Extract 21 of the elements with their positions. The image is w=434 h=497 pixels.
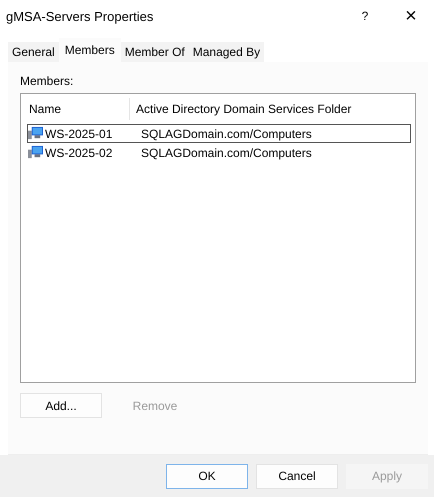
members-label: Members: bbox=[20, 74, 74, 88]
dialog-button[interactable]: Cancel bbox=[256, 464, 338, 488]
tab[interactable]: General bbox=[8, 42, 59, 62]
list-row[interactable]: WS-2025-02 SQLAGDomain.com/Computers bbox=[27, 143, 411, 162]
help-button[interactable]: ? bbox=[342, 0, 388, 32]
column-header[interactable]: Active Directory Domain Services Folder bbox=[129, 98, 415, 120]
table-cell-text: WS-2025-02 bbox=[44, 146, 114, 160]
tab[interactable]: Members bbox=[58, 38, 121, 62]
table-cell-text: WS-2025-01 bbox=[44, 126, 114, 140]
table-cell-text: SQLAGDomain.com/Computers bbox=[140, 146, 313, 160]
window-title: gMSA-Servers Properties bbox=[6, 8, 154, 24]
column-header[interactable]: Name bbox=[27, 98, 129, 120]
tab[interactable]: Managed By bbox=[188, 42, 264, 62]
list-row[interactable]: WS-2025-01 SQLAGDomain.com/Computers bbox=[27, 124, 411, 143]
table-cell-text: SQLAGDomain.com/Computers bbox=[140, 126, 313, 140]
dialog-button[interactable]: OK bbox=[166, 464, 248, 488]
tab[interactable]: Member Of bbox=[120, 42, 189, 62]
computer-icon bbox=[28, 145, 43, 160]
computer-icon bbox=[28, 126, 43, 141]
close-button[interactable]: × bbox=[388, 0, 434, 32]
list-button[interactable]: Add... bbox=[20, 393, 102, 418]
